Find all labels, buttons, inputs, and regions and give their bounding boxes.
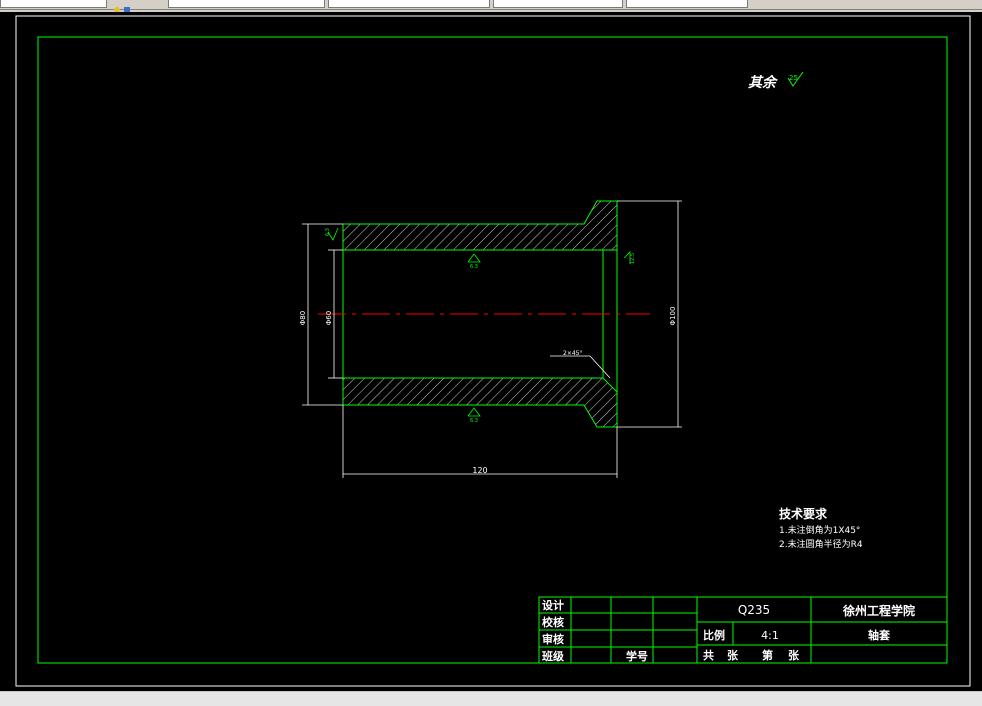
tb-sheet-unit1: 张 [727, 648, 739, 662]
tb-sheet-unit2: 张 [788, 648, 800, 662]
tb-scale-value: 4:1 [761, 629, 779, 642]
lower-wall-hatch [342, 377, 618, 428]
dim-shaft-diameter: Φ80 [299, 311, 307, 325]
rough-inner-bottom: 6.3 [470, 418, 478, 424]
tech-req-line-1: 1.未注倒角为1X45° [779, 524, 860, 536]
tb-scale-label: 比例 [703, 628, 725, 642]
lineweight-dropdown[interactable] [493, 0, 623, 8]
tech-req-line-2: 2.未注圆角半径为R4 [779, 538, 863, 550]
rough-left: 6.3 [325, 228, 331, 236]
tb-school: 徐州工程学院 [842, 603, 915, 618]
layer-state-icons[interactable] [112, 0, 152, 13]
roughness-note-label: 其余 [748, 74, 779, 91]
tb-sheet-no: 第 [762, 648, 773, 662]
tb-design: 设计 [542, 598, 564, 612]
tb-student-id: 学号 [626, 649, 648, 663]
tb-part-name: 轴套 [868, 628, 891, 642]
drawing-canvas[interactable]: 其余 25 Φ80 Φ60 Φ100 120 2×45° 6.3 6.3 6.3… [0, 12, 982, 691]
dim-length: 120 [472, 466, 487, 475]
linetype-dropdown[interactable] [328, 0, 490, 8]
dim-bore-diameter: Φ60 [325, 311, 333, 325]
dim-chamfer: 2×45° [563, 350, 582, 357]
inner-frame-border [37, 36, 948, 664]
cad-drawing: 其余 25 Φ80 Φ60 Φ100 120 2×45° 6.3 6.3 6.3… [15, 15, 971, 687]
plotstyle-dropdown[interactable] [626, 0, 748, 8]
upper-wall-hatch [342, 200, 618, 251]
tb-review: 审核 [542, 632, 564, 646]
status-strip [0, 691, 982, 706]
rough-flange: 12.5 [630, 253, 636, 264]
toolbar-field[interactable] [0, 0, 107, 8]
tb-check: 校核 [542, 615, 564, 629]
tb-class: 班级 [542, 649, 565, 663]
tb-material: Q235 [738, 603, 770, 617]
roughness-note-value: 25 [789, 74, 798, 82]
outer-sheet-border [15, 15, 971, 687]
dim-outer-diameter: Φ100 [669, 307, 677, 326]
rough-inner-top: 6.3 [470, 264, 478, 270]
toolbar-strip [0, 0, 982, 13]
tech-req-title: 技术要求 [779, 506, 828, 521]
tb-sheet-total: 共 [703, 648, 714, 662]
layer-dropdown[interactable] [168, 0, 325, 8]
